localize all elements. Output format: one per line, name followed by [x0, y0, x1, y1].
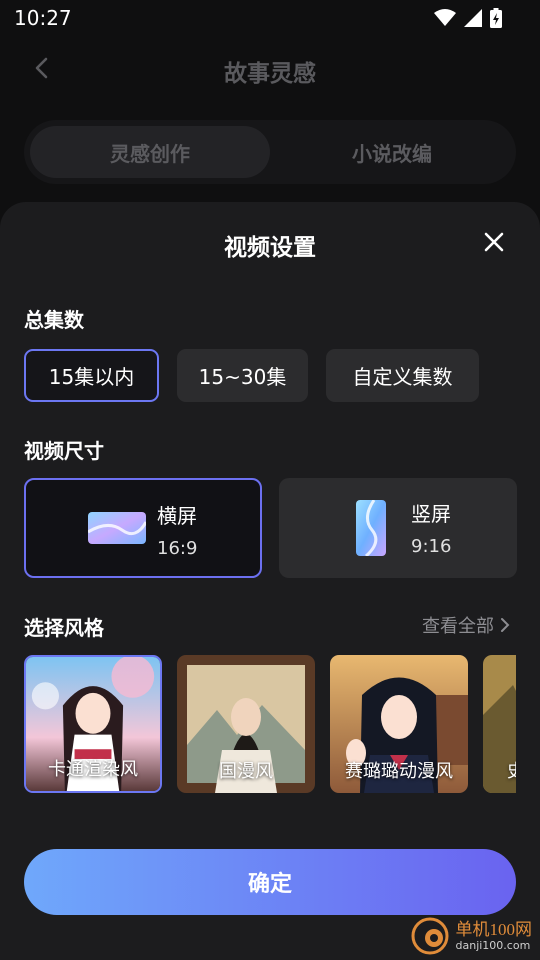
tab-inspiration[interactable]: 灵感创作	[30, 126, 270, 178]
watermark-text-block: 单机100网 danji100.com	[455, 919, 533, 952]
size-option-portrait-name: 竖屏	[411, 502, 451, 526]
signal-icon	[464, 9, 482, 27]
style-option-celluloid-label: 赛璐璐动漫风	[345, 761, 453, 782]
episode-option-custom[interactable]: 自定义集数	[326, 349, 479, 402]
episode-option-15-30[interactable]: 15~30集	[177, 349, 308, 402]
portrait-ratio-icon	[356, 500, 386, 556]
size-option-landscape-ratio: 16:9	[157, 538, 198, 559]
style-option-cartoon-label: 卡通渲染风	[48, 759, 138, 780]
page-title: 故事灵感	[224, 61, 316, 87]
size-option-landscape-name: 横屏	[157, 504, 197, 528]
close-icon[interactable]	[482, 230, 506, 254]
page-header: 故事灵感	[0, 36, 540, 106]
wifi-icon	[434, 9, 456, 26]
style-option-guoman-label: 国漫风	[219, 761, 273, 782]
watermark: 单机100网 danji100.com	[410, 916, 533, 956]
mode-tabs: 灵感创作 小说改编	[24, 120, 516, 184]
video-size-section-title: 视频尺寸	[24, 439, 104, 463]
video-settings-sheet: 视频设置 总集数 15集以内 15~30集 自定义集数 视频尺寸 横屏 16:9…	[0, 202, 540, 960]
see-all-label: 查看全部	[422, 616, 494, 637]
see-all-styles-link[interactable]: 查看全部	[422, 612, 510, 638]
confirm-button[interactable]: 确定	[24, 849, 516, 915]
style-section-title: 选择风格	[24, 616, 104, 640]
status-time: 10:27	[14, 6, 72, 30]
style-option-cartoon[interactable]: 卡通渲染风	[24, 655, 162, 793]
watermark-text: 单机100网	[455, 919, 533, 939]
episodes-section-title: 总集数	[24, 308, 84, 332]
style-option-guoman[interactable]: 国漫风	[177, 655, 315, 793]
chevron-right-icon	[501, 618, 510, 632]
battery-charging-icon	[490, 8, 502, 28]
sheet-title: 视频设置	[224, 235, 316, 261]
style-option-celluloid[interactable]: 赛璐璐动漫风	[330, 655, 468, 793]
episode-option-under-15[interactable]: 15集以内	[24, 349, 159, 402]
status-bar: 10:27	[0, 0, 540, 36]
style-option-history[interactable]: 史	[483, 655, 516, 793]
status-icons	[434, 8, 502, 28]
size-option-landscape[interactable]: 横屏 16:9	[24, 478, 262, 578]
tab-novel-adaptation[interactable]: 小说改编	[274, 126, 510, 178]
watermark-logo-icon	[411, 917, 448, 955]
landscape-ratio-icon	[88, 512, 146, 544]
style-options-row: 卡通渲染风 国漫风 赛璐璐动漫风	[24, 655, 516, 793]
size-option-portrait-ratio: 9:16	[411, 536, 452, 557]
size-option-portrait[interactable]: 竖屏 9:16	[279, 478, 517, 578]
watermark-subtext: danji100.com	[455, 938, 531, 952]
style-option-history-label: 史	[507, 757, 516, 783]
